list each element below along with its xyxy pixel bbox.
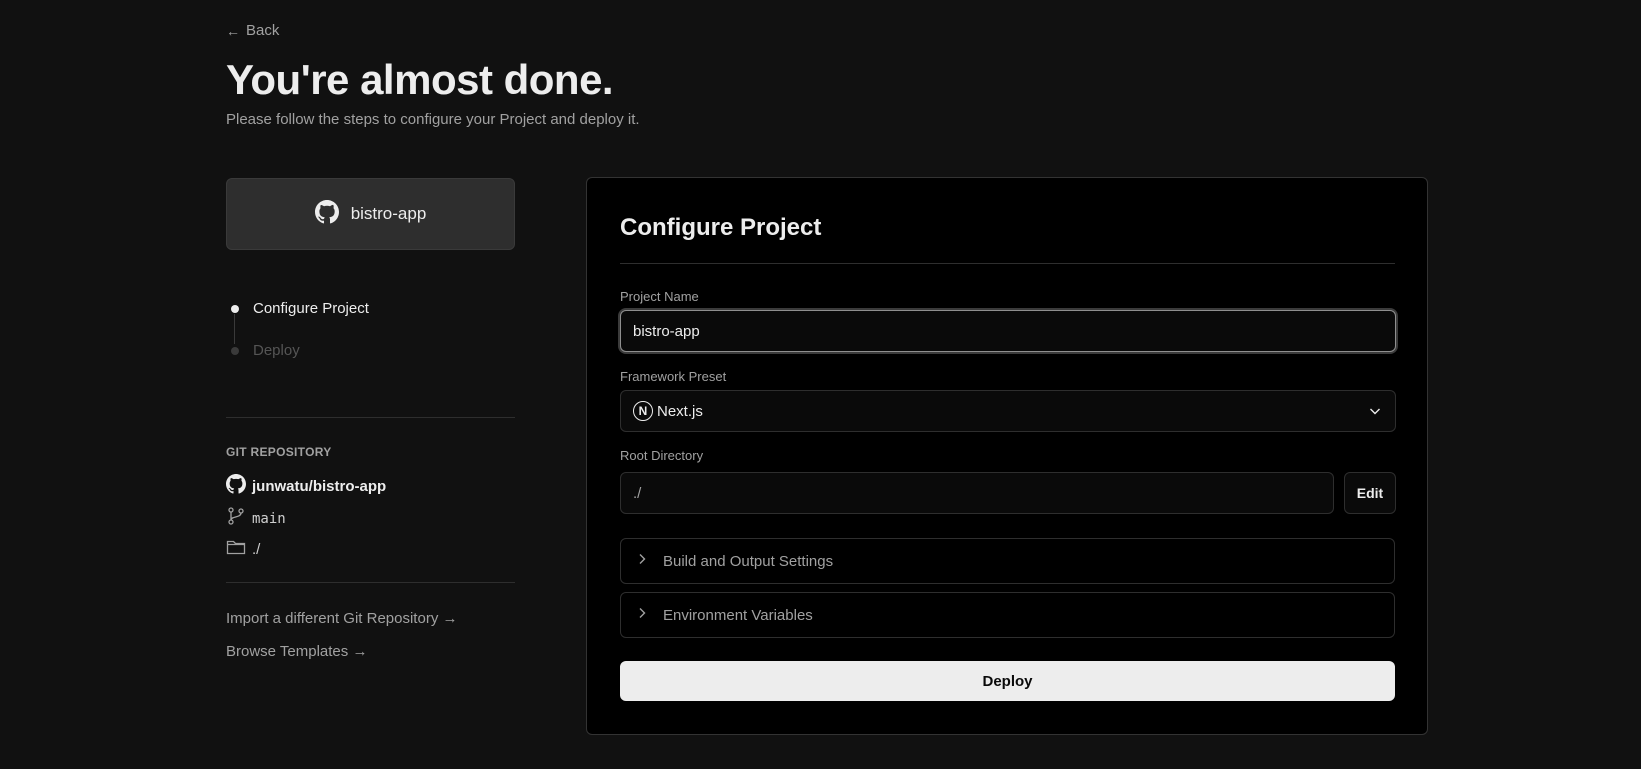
- repo-card-name: bistro-app: [350, 204, 427, 223]
- divider: [226, 582, 515, 583]
- framework-preset-label: Framework Preset: [620, 369, 727, 384]
- step-deploy: Deploy: [226, 342, 300, 359]
- configure-project-panel: Configure Project Project Name Framework…: [586, 177, 1428, 735]
- git-directory-row: ./: [226, 538, 260, 561]
- step-connector: [234, 314, 235, 344]
- github-icon: [314, 199, 339, 229]
- deploy-button[interactable]: Deploy: [620, 661, 1395, 701]
- git-branch-name: main: [252, 510, 286, 527]
- repo-card: bistro-app: [226, 178, 515, 250]
- browse-templates-link[interactable]: Browse Templates →: [226, 643, 367, 660]
- git-directory: ./: [252, 541, 261, 558]
- divider: [226, 417, 515, 418]
- project-name-label: Project Name: [620, 289, 699, 304]
- accordion-label: Environment Variables: [663, 606, 813, 624]
- root-directory-label: Root Directory: [620, 448, 704, 463]
- git-repository-heading: GIT REPOSITORY: [226, 445, 332, 459]
- divider: [620, 263, 1395, 264]
- step-active-dot: [231, 304, 239, 313]
- step-inactive-dot: [231, 346, 239, 355]
- project-name-input[interactable]: [620, 310, 1396, 352]
- git-branch-icon: [226, 506, 246, 531]
- build-output-settings-accordion[interactable]: Build and Output Settings: [620, 538, 1395, 584]
- folder-icon: [226, 538, 246, 561]
- step-label: Deploy: [253, 342, 300, 359]
- page-title: You're almost done.: [226, 56, 614, 103]
- step-configure-project: Configure Project: [226, 300, 369, 317]
- framework-preset-select[interactable]: N Next.js: [620, 390, 1396, 432]
- page-subtitle: Please follow the steps to configure you…: [226, 111, 640, 128]
- chevron-down-icon: [1367, 403, 1383, 424]
- framework-preset-value: Next.js: [657, 402, 703, 420]
- arrow-left-icon: ←: [226, 22, 240, 39]
- nextjs-icon: N: [633, 401, 653, 421]
- accordion-label: Build and Output Settings: [663, 552, 834, 570]
- chevron-right-icon: [635, 606, 649, 625]
- import-git-repository-link[interactable]: Import a different Git Repository →: [226, 610, 457, 627]
- root-directory-input[interactable]: [620, 472, 1334, 514]
- chevron-right-icon: [635, 552, 649, 571]
- git-repo-row: junwatu/bistro-app: [226, 474, 386, 499]
- step-label: Configure Project: [253, 300, 369, 317]
- back-label: Back: [246, 22, 280, 39]
- github-icon: [226, 474, 246, 499]
- environment-variables-accordion[interactable]: Environment Variables: [620, 592, 1395, 638]
- back-link[interactable]: ← Back: [226, 22, 279, 39]
- git-branch-row: main: [226, 506, 286, 531]
- edit-root-directory-button[interactable]: Edit: [1344, 472, 1396, 514]
- panel-title: Configure Project: [620, 214, 822, 241]
- git-repo-name: junwatu/bistro-app: [252, 478, 387, 495]
